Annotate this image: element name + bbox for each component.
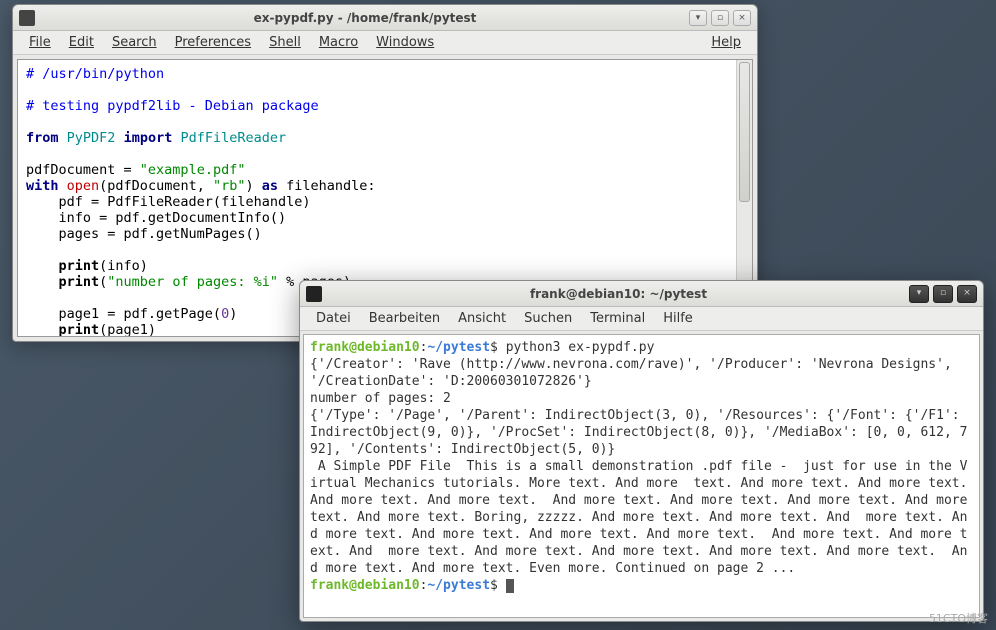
terminal-output: {'/Creator': 'Rave (http://www.nevrona.c… [310,357,960,389]
editor-titlebar[interactable]: ex-pypdf.py - /home/frank/pytest ▾ ▫ × [13,5,757,31]
menu-bearbeiten[interactable]: Bearbeiten [361,309,448,328]
code-text: (pdfDocument, [99,178,213,194]
kw-from: from [26,130,59,146]
code-text: filehandle: [278,178,376,194]
prompt-end: $ [490,578,506,593]
kw-print: print [59,274,100,290]
terminal-output: {'/Type': '/Page', '/Parent': IndirectOb… [310,408,967,457]
code-text: (page1) [99,322,156,337]
editor-title: ex-pypdf.py - /home/frank/pytest [41,11,689,25]
minimize-button[interactable]: ▾ [909,285,929,303]
number-literal: 0 [221,306,229,322]
menu-help[interactable]: Help [703,33,749,52]
app-icon [19,10,35,26]
kw-as: as [262,178,278,194]
terminal-window: frank@debian10: ~/pytest ▾ ▫ × Datei Bea… [299,280,984,622]
code-text: (info) [99,258,148,274]
code-comment: # testing pypdf2lib - Debian package [26,98,319,114]
string-literal: "example.pdf" [140,162,246,178]
module-name: PyPDF2 [67,130,116,146]
builtin-open: open [67,178,100,194]
menu-datei[interactable]: Datei [308,309,359,328]
watermark: 51CTO博客 [929,610,988,626]
editor-window-controls: ▾ ▫ × [689,10,751,26]
code-comment: # /usr/bin/python [26,66,164,82]
maximize-button[interactable]: ▫ [711,10,729,26]
prompt-path: ~/pytest [427,340,490,355]
kw-print: print [59,258,100,274]
code-text: page1 = pdf.getPage( [26,306,221,322]
terminal-title: frank@debian10: ~/pytest [328,287,909,301]
terminal-icon [306,286,322,302]
menu-hilfe[interactable]: Hilfe [655,309,701,328]
scrollbar-thumb[interactable] [739,62,750,202]
close-button[interactable]: × [733,10,751,26]
terminal-body[interactable]: frank@debian10:~/pytest$ python3 ex-pypd… [303,334,980,618]
code-text: pages = pdf.getNumPages() [26,226,262,242]
maximize-button[interactable]: ▫ [933,285,953,303]
menu-windows[interactable]: Windows [368,33,442,52]
minimize-button[interactable]: ▾ [689,10,707,26]
editor-menubar: File Edit Search Preferences Shell Macro… [13,31,757,55]
menu-suchen[interactable]: Suchen [516,309,580,328]
menu-edit[interactable]: Edit [61,33,102,52]
string-literal: "rb" [213,178,246,194]
menu-ansicht[interactable]: Ansicht [450,309,514,328]
menu-search[interactable]: Search [104,33,165,52]
code-text: info = pdf.getDocumentInfo() [26,210,286,226]
prompt-user: frank@debian10 [310,340,420,355]
prompt-user: frank@debian10 [310,578,420,593]
prompt-path: ~/pytest [427,578,490,593]
string-literal: "number of pages: %i" [107,274,278,290]
cursor-icon [506,579,514,593]
terminal-window-controls: ▾ ▫ × [909,285,977,303]
menu-macro[interactable]: Macro [311,33,366,52]
code-text: pdfDocument = [26,162,140,178]
code-text: ) [245,178,253,194]
kw-import: import [124,130,173,146]
menu-preferences[interactable]: Preferences [167,33,259,52]
menu-file[interactable]: File [21,33,59,52]
code-text: ) [229,306,237,322]
terminal-titlebar[interactable]: frank@debian10: ~/pytest ▾ ▫ × [300,281,983,307]
terminal-output: number of pages: 2 [310,391,451,406]
menu-terminal[interactable]: Terminal [582,309,653,328]
import-symbol: PdfFileReader [181,130,287,146]
prompt-end: $ [490,340,506,355]
code-text: pdf = PdfFileReader(filehandle) [26,194,310,210]
terminal-menubar: Datei Bearbeiten Ansicht Suchen Terminal… [300,307,983,331]
kw-with: with [26,178,59,194]
close-button[interactable]: × [957,285,977,303]
terminal-command: python3 ex-pypdf.py [506,340,655,355]
menu-shell[interactable]: Shell [261,33,309,52]
kw-print: print [59,322,100,337]
terminal-output: A Simple PDF File This is a small demons… [310,459,980,576]
